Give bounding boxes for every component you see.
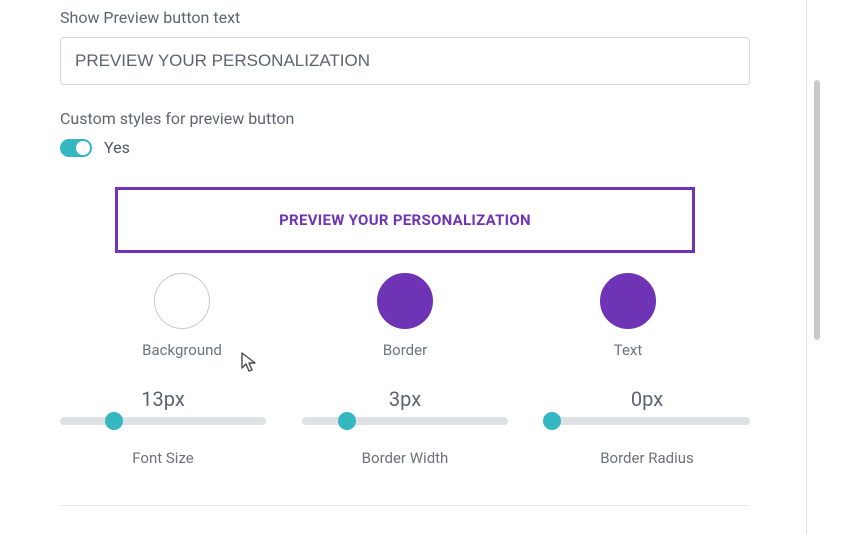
slider-thumb[interactable] (105, 412, 123, 430)
preview-text-input[interactable] (60, 37, 750, 85)
text-color-swatch[interactable] (600, 273, 656, 329)
border-radius-slider[interactable] (544, 417, 750, 425)
custom-styles-toggle[interactable] (60, 139, 92, 157)
preview-button[interactable]: PREVIEW YOUR PERSONALIZATION (115, 187, 695, 253)
border-width-value: 3px (389, 387, 421, 411)
background-color-label: Background (142, 341, 222, 359)
font-size-slider[interactable] (60, 417, 266, 425)
slider-thumb[interactable] (543, 412, 561, 430)
border-width-slider[interactable] (302, 417, 508, 425)
border-width-label: Border Width (362, 449, 449, 467)
preview-text-label: Show Preview button text (60, 8, 750, 27)
border-radius-value: 0px (631, 387, 663, 411)
border-radius-label: Border Radius (600, 449, 694, 467)
scrollbar[interactable] (814, 80, 820, 340)
toggle-knob (76, 141, 90, 155)
toggle-value-label: Yes (104, 138, 130, 157)
settings-panel: Show Preview button text Custom styles f… (0, 0, 807, 534)
border-color-swatch[interactable] (377, 273, 433, 329)
slider-thumb[interactable] (338, 412, 356, 430)
custom-styles-label: Custom styles for preview button (60, 109, 750, 128)
font-size-label: Font Size (132, 449, 193, 467)
border-color-label: Border (383, 341, 427, 359)
background-color-swatch[interactable] (154, 273, 210, 329)
text-color-label: Text (614, 341, 643, 359)
font-size-value: 13px (141, 387, 185, 411)
section-divider (60, 505, 750, 506)
